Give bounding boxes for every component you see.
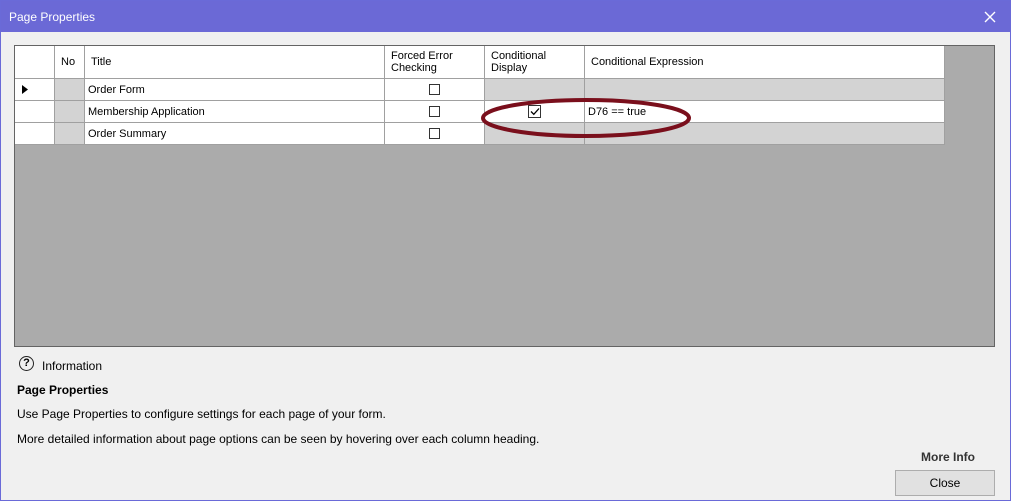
information-label: Information	[42, 359, 103, 373]
grid-header: No Title Forced Error Checking Condition…	[15, 46, 945, 79]
row-title[interactable]: Order Form	[85, 79, 385, 101]
header-title[interactable]: Title	[85, 46, 385, 79]
row-no	[55, 123, 85, 145]
row-title[interactable]: Membership Application	[85, 101, 385, 123]
row-title[interactable]: Order Summary	[85, 123, 385, 145]
current-row-arrow-icon	[22, 85, 28, 94]
checkmark-icon	[530, 108, 539, 116]
conditional-expression-cell[interactable]	[585, 79, 945, 101]
window-title: Page Properties	[9, 10, 96, 24]
close-icon	[984, 11, 996, 22]
row-no	[55, 79, 85, 101]
page-properties-window: Page Properties No Title Forced Error Ch…	[0, 0, 1011, 501]
info-heading: Page Properties	[17, 383, 109, 397]
row-selector[interactable]	[15, 101, 55, 123]
help-question-icon: ?	[19, 356, 34, 371]
conditional-display-cell[interactable]	[485, 79, 585, 101]
forced-error-cell[interactable]	[385, 79, 485, 101]
row-selector[interactable]	[15, 79, 55, 101]
close-button[interactable]: Close	[895, 470, 995, 496]
info-description-1: Use Page Properties to configure setting…	[17, 407, 386, 421]
close-window-button[interactable]	[970, 1, 1010, 32]
forced-error-cell[interactable]	[385, 123, 485, 145]
conditional-expression-cell[interactable]: D76 == true	[585, 101, 945, 123]
forced-error-checkbox[interactable]	[429, 128, 440, 139]
forced-error-checkbox[interactable]	[429, 106, 440, 117]
row-no	[55, 101, 85, 123]
conditional-expression-cell[interactable]	[585, 123, 945, 145]
header-selector	[15, 46, 55, 79]
conditional-display-cell[interactable]	[485, 101, 585, 123]
table-row[interactable]: Membership Application D76 == true	[15, 101, 945, 123]
page-grid[interactable]: No Title Forced Error Checking Condition…	[14, 45, 995, 347]
row-selector[interactable]	[15, 123, 55, 145]
forced-error-checkbox[interactable]	[429, 84, 440, 95]
info-description-2: More detailed information about page opt…	[17, 432, 540, 446]
table-row[interactable]: Order Form	[15, 79, 945, 101]
title-bar: Page Properties	[1, 1, 1010, 32]
forced-error-cell[interactable]	[385, 101, 485, 123]
conditional-display-checkbox[interactable]	[528, 105, 541, 118]
header-no[interactable]: No	[55, 46, 85, 79]
conditional-display-cell[interactable]	[485, 123, 585, 145]
header-conditional-expression[interactable]: Conditional Expression	[585, 46, 945, 79]
table-row[interactable]: Order Summary	[15, 123, 945, 145]
header-forced-error-checking[interactable]: Forced Error Checking	[385, 46, 485, 79]
more-info-link[interactable]: More Info	[921, 450, 975, 464]
header-conditional-display[interactable]: Conditional Display	[485, 46, 585, 79]
